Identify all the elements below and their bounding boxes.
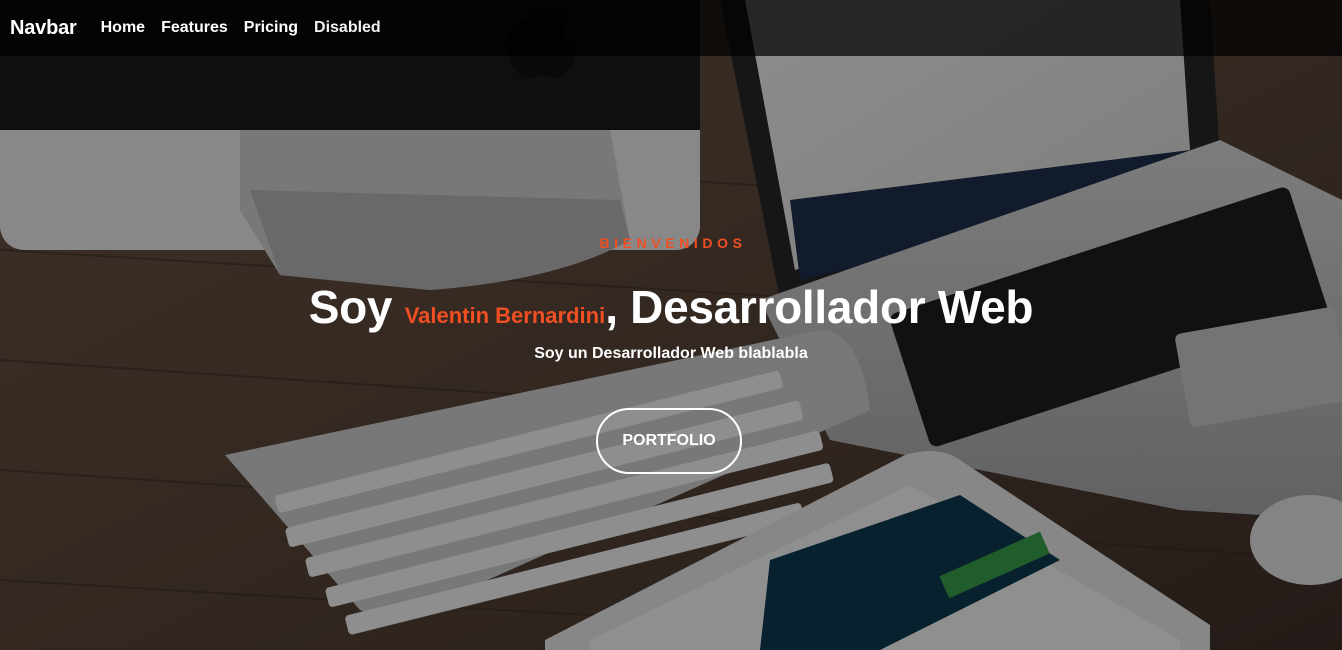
hero-subtitle: Soy un Desarrollador Web blablabla (534, 345, 808, 362)
top-navbar: Navbar Home Features Pricing Disabled (0, 0, 1342, 56)
navbar-brand[interactable]: Navbar (10, 17, 77, 40)
nav-link-home[interactable]: Home (101, 19, 145, 37)
nav-link-features[interactable]: Features (161, 19, 228, 37)
nav-link-disabled: Disabled (314, 19, 381, 36)
headline-prefix: Soy (308, 281, 393, 333)
hero-eyebrow: BIENVENIDOS (599, 235, 747, 251)
hero-headline: Soy Valentin Bernardini, Desarrollador W… (0, 280, 1342, 334)
nav-links: Home Features Pricing Disabled (93, 19, 389, 37)
nav-link-pricing[interactable]: Pricing (244, 19, 298, 37)
hero-section: BIENVENIDOS Soy Valentin Bernardini, Des… (0, 0, 1342, 650)
headline-name: Valentin Bernardini (404, 303, 606, 328)
headline-suffix: , Desarrollador Web (605, 281, 1034, 333)
portfolio-button[interactable]: PORTFOLIO (596, 408, 742, 474)
